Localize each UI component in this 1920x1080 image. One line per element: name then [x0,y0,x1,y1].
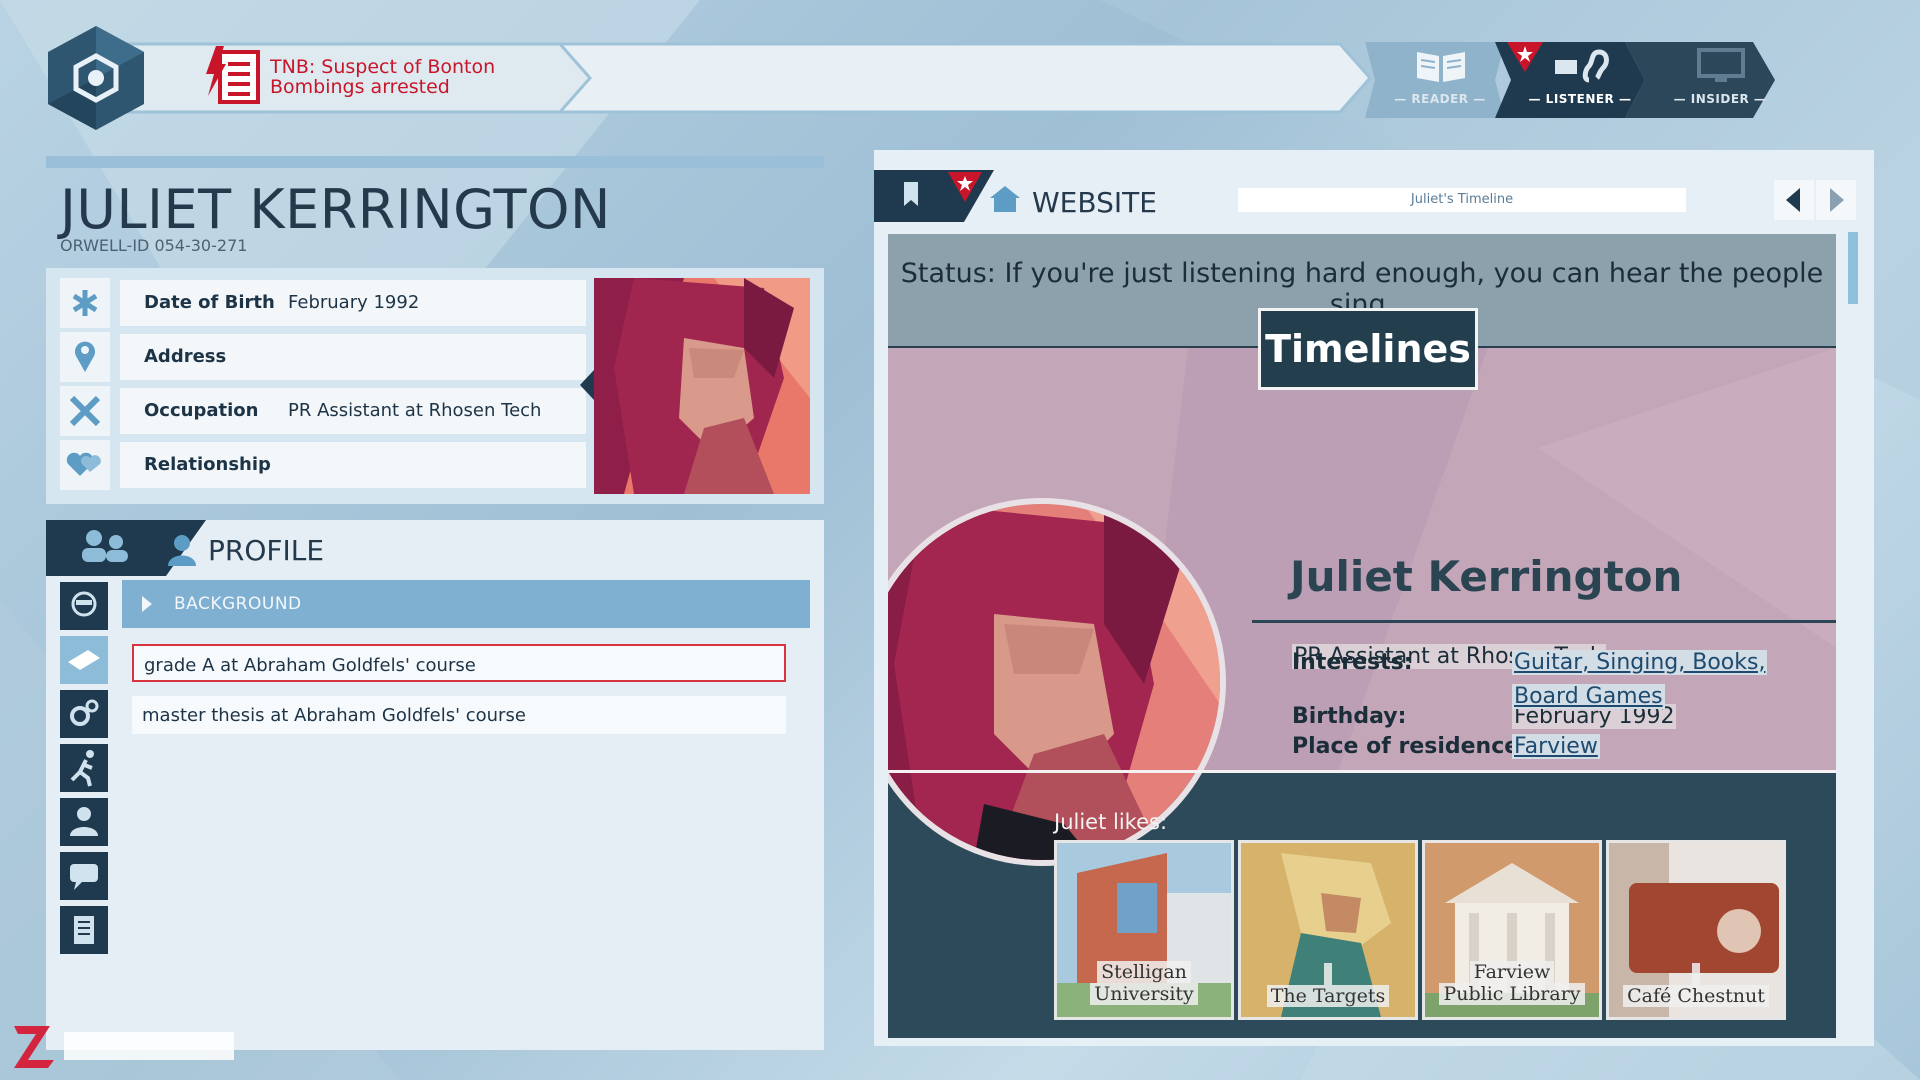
scrollbar-thumb[interactable] [1848,232,1858,304]
timeline-page: Status: If you're just listening hard en… [888,234,1836,1038]
info-value-occupation: PR Assistant at Rhosen Tech [288,400,542,421]
like-label-line2: University [1090,983,1198,1005]
star-badge-icon [948,172,982,202]
speech-bubble-icon[interactable] [60,852,108,900]
panel-top-rule [46,156,824,168]
home-icon [990,186,1020,212]
top-bar: TNB: Suspect of Bonton Bombings arrested… [0,0,1920,160]
url-bar[interactable]: Juliet's Timeline [1238,188,1686,212]
news-headline-line1: TNB: Suspect of Bonton [270,56,496,78]
news-headline[interactable]: TNB: Suspect of Bonton Bombings arrested [270,57,570,97]
face-icon[interactable] [60,582,108,630]
mode-reader-label: — READER — [1394,92,1486,106]
person-portrait [594,278,810,494]
background-item-selected[interactable]: grade A at Abraham Goldfels' course [132,644,786,682]
like-label: Farview Public Library [1425,961,1599,1005]
like-card-university[interactable]: Stelligan University [1054,840,1234,1020]
like-label-line1: Stelligan [1097,961,1191,983]
timelines-banner-text: Timelines [1265,327,1471,371]
background-section-bar[interactable]: BACKGROUND [122,580,810,628]
location-pin-icon [60,332,110,382]
info-value-birth: February 1992 [288,292,420,313]
orwell-id: ORWELL-ID 054-30-271 [60,236,248,255]
news-headline-line2: Bombings arrested [270,76,450,98]
mode-insider-label: — INSIDER — [1673,92,1767,106]
back-button[interactable] [1774,180,1814,220]
arrow-left-icon [1786,188,1800,212]
chevron-right-icon [142,596,152,612]
like-card-the-targets[interactable]: The Targets [1238,840,1418,1020]
like-label-line1 [1692,963,1700,985]
profile-header: PROFILE [46,520,824,580]
watermark-logo [14,1026,234,1068]
info-row-relationship[interactable]: Relationship [120,442,586,488]
info-label-relationship: Relationship [144,454,271,475]
website-title: WEBSITE [1032,186,1157,219]
arrow-right-icon [1830,188,1844,212]
field-label-birthday: Birthday: [1292,704,1407,729]
timelines-banner: Timelines [1258,308,1478,390]
newspaper-alert-icon [206,46,260,104]
star-badge-icon [1507,42,1543,72]
asterisk-icon [60,278,110,328]
hearts-icon [60,440,110,490]
field-value-birthday[interactable]: February 1992 [1512,704,1677,729]
info-label-occupation: Occupation [144,400,259,421]
info-label-address: Address [144,346,227,367]
like-card-cafe[interactable]: Café Chestnut [1606,840,1786,1020]
like-label-line1 [1324,963,1332,985]
person-panel: JULIET KERRINGTON ORWELL-ID 054-30-271 D… [46,150,824,1050]
profile-job[interactable]: PR Assistant at Rhosen Tech [1292,644,1606,669]
profile-name: Juliet Kerrington [1290,552,1683,601]
running-icon[interactable] [60,744,108,792]
field-label-residence: Place of residence: [1292,734,1528,759]
portrait-pointer [580,370,594,400]
like-label: The Targets [1241,963,1415,1007]
like-label: Stelligan University [1057,961,1231,1005]
forward-button[interactable] [1816,180,1856,220]
field-value-residence-link[interactable]: Farview [1512,734,1600,759]
profile-title: PROFILE [208,534,325,567]
person-name: JULIET KERRINGTON [60,178,611,241]
book-icon [1417,52,1465,82]
tools-icon [60,386,110,436]
document-icon[interactable] [60,906,108,954]
background-item-text: grade A at Abraham Goldfels' course [144,655,476,676]
mode-listener-button[interactable]: — LISTENER — [1505,40,1655,116]
background-section-label: BACKGROUND [174,594,302,614]
profile-name-rule [1252,620,1836,623]
monitor-icon [1697,48,1745,82]
card-divider [888,770,1836,773]
info-row-occupation[interactable]: Occupation PR Assistant at Rhosen Tech [120,388,586,434]
person-badge-icon[interactable] [60,798,108,846]
mode-insider-button[interactable]: — INSIDER — [1645,40,1795,116]
likes-title: Juliet likes: [1054,810,1168,834]
website-panel: WEBSITE Juliet's Timeline Status: If you… [874,150,1874,1046]
like-label-line2: Public Library [1439,983,1585,1005]
background-item[interactable]: master thesis at Abraham Goldfels' cours… [132,696,786,734]
gears-icon[interactable] [60,690,108,738]
like-label: Café Chestnut [1609,963,1783,1007]
user-icon [168,535,196,566]
info-label-birth: Date of Birth [144,292,275,313]
info-row-birth[interactable]: Date of Birth February 1992 [120,280,586,326]
like-label-line1: Farview [1469,961,1555,983]
ear-icon [1555,49,1609,83]
background-item-text: master thesis at Abraham Goldfels' cours… [142,705,526,726]
book-open-icon[interactable] [60,636,108,684]
info-row-address[interactable]: Address [120,334,586,380]
profile-card: Juliet Kerrington PR Assistant at Rhosen… [888,348,1836,866]
like-card-library[interactable]: Farview Public Library [1422,840,1602,1020]
mode-listener-label: — LISTENER — [1528,92,1632,106]
orwell-logo-icon [48,26,144,130]
mode-reader-button[interactable]: — READER — [1365,40,1515,116]
like-label-line2: The Targets [1266,985,1390,1007]
like-label-line2: Café Chestnut [1623,985,1769,1007]
